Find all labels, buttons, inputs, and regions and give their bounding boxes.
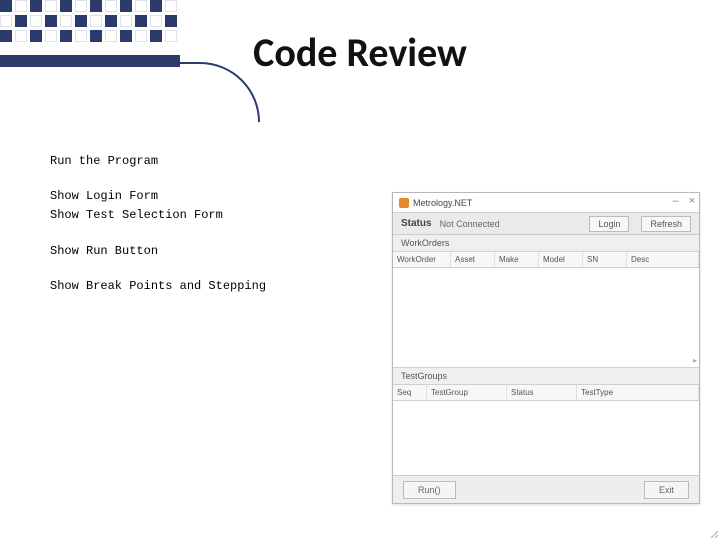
workorders-panel: WorkOrders WorkOrder Asset Make Model SN… [393, 235, 699, 368]
testgroups-header: TestGroups [393, 368, 699, 384]
line-run-program: Run the Program [50, 152, 380, 171]
col-status[interactable]: Status [507, 385, 577, 400]
resize-grip-icon [708, 528, 718, 538]
run-button[interactable]: Run() [403, 481, 456, 499]
workorders-grid[interactable]: ▸ [393, 268, 699, 368]
testgroups-grid[interactable] [393, 401, 699, 479]
app-icon [399, 198, 409, 208]
minimize-button[interactable]: – [672, 195, 678, 207]
status-label: Status [401, 218, 432, 229]
col-make[interactable]: Make [495, 252, 539, 267]
col-workorder[interactable]: WorkOrder [393, 252, 451, 267]
close-button[interactable]: × [689, 195, 695, 207]
window-title: Metrology.NET [413, 198, 472, 208]
refresh-button[interactable]: Refresh [641, 216, 691, 232]
exit-button[interactable]: Exit [644, 481, 689, 499]
workorders-columns: WorkOrder Asset Make Model SN Desc [393, 251, 699, 268]
workorders-header: WorkOrders [393, 235, 699, 251]
app-footer: Run() Exit [393, 475, 699, 503]
line-show-run-button: Show Run Button [50, 242, 380, 261]
line-show-breakpoints: Show Break Points and Stepping [50, 277, 380, 296]
testgroups-panel: TestGroups Seq TestGroup Status TestType [393, 368, 699, 479]
status-bar: Status Not Connected Login Refresh [393, 213, 699, 235]
slide-title: Code Review [0, 28, 720, 77]
col-sn[interactable]: SN [583, 252, 627, 267]
line-show-login: Show Login Form [50, 187, 380, 206]
col-asset[interactable]: Asset [451, 252, 495, 267]
slide-body: Run the Program Show Login Form Show Tes… [50, 152, 380, 312]
login-button[interactable]: Login [589, 216, 629, 232]
status-value: Not Connected [440, 219, 500, 229]
scroll-indicator-icon: ▸ [693, 356, 697, 365]
col-testtype[interactable]: TestType [577, 385, 699, 400]
col-desc[interactable]: Desc [627, 252, 699, 267]
line-show-test-selection: Show Test Selection Form [50, 206, 380, 225]
app-window: Metrology.NET – × Status Not Connected L… [392, 192, 700, 504]
col-model[interactable]: Model [539, 252, 583, 267]
col-seq[interactable]: Seq [393, 385, 427, 400]
testgroups-columns: Seq TestGroup Status TestType [393, 384, 699, 401]
col-testgroup[interactable]: TestGroup [427, 385, 507, 400]
titlebar[interactable]: Metrology.NET – × [393, 193, 699, 213]
